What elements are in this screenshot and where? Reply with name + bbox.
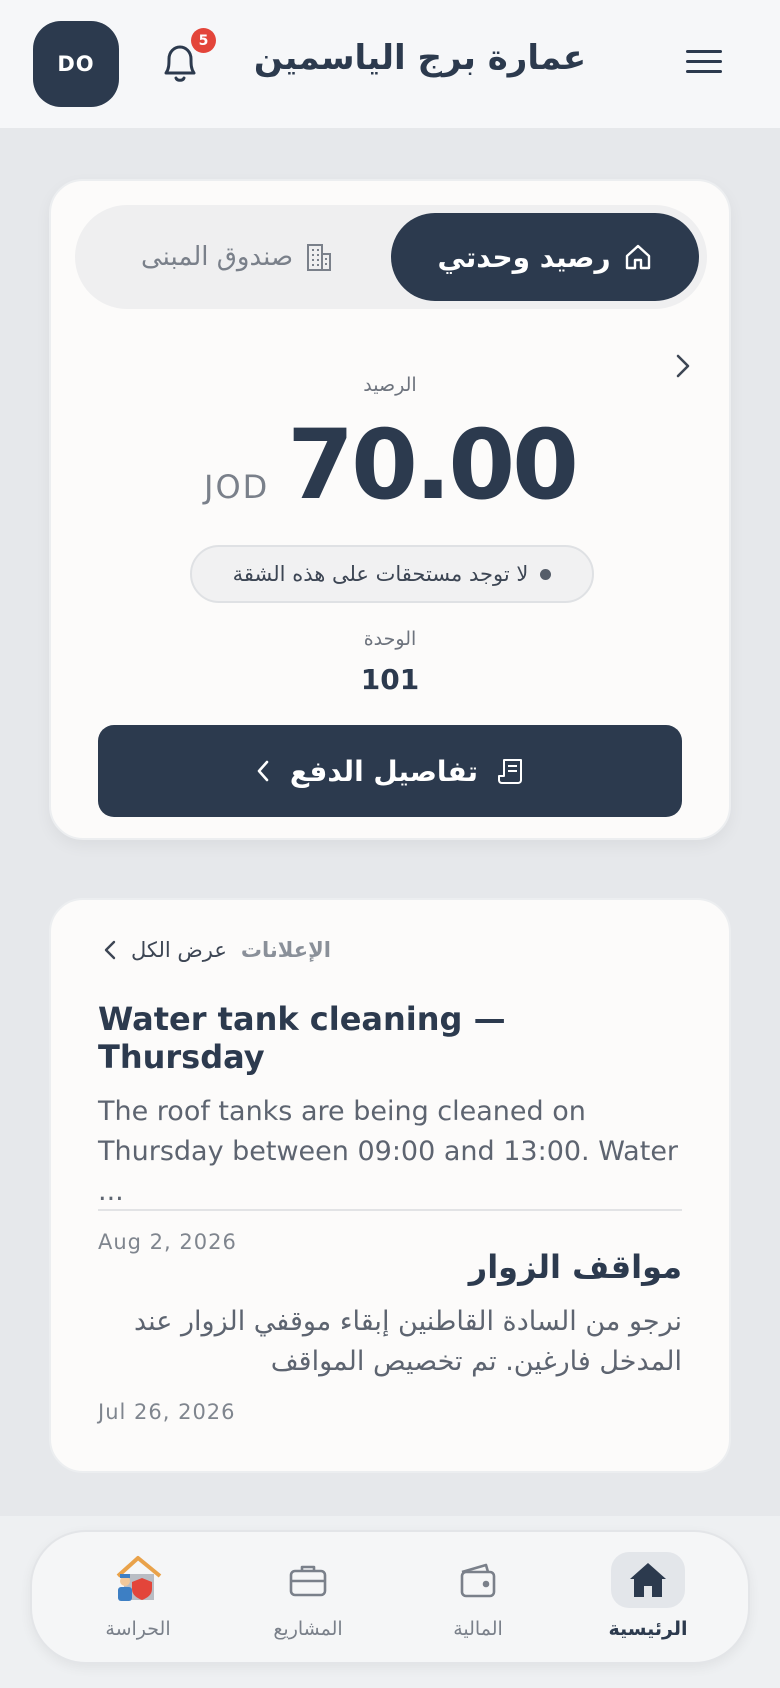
nav-item-guard[interactable]: الحراسة xyxy=(63,1552,213,1652)
currency-label: JOD xyxy=(204,468,270,506)
announcement-title: Water tank cleaning — Thursday xyxy=(98,1000,506,1076)
divider xyxy=(98,1209,682,1211)
nav-label-guard: الحراسة xyxy=(105,1618,171,1640)
tab-building-fund[interactable]: صندوق المبنى xyxy=(83,213,391,301)
bottom-nav: الرئيسية المالية المشاريع الحراسة xyxy=(30,1530,750,1664)
announcements-title: الإعلانات xyxy=(240,938,331,962)
tab-my-unit-balance-label: رصيد وحدتي xyxy=(437,240,611,274)
guard-house-icon xyxy=(116,1556,162,1601)
chevron-left-icon xyxy=(257,760,269,782)
announcements-card: عرض الكل الإعلانات Water tank cleaning —… xyxy=(49,898,731,1473)
payment-details-label: تفاصيل الدفع xyxy=(289,754,479,788)
unit-value: 101 xyxy=(360,663,420,696)
balance-card: رصيد وحدتي صندوق المبنى الرصيد JOD 70.00… xyxy=(49,179,731,840)
bottom-nav-area: الرئيسية المالية المشاريع الحراسة xyxy=(0,1516,780,1688)
nav-label-projects: المشاريع xyxy=(273,1618,343,1640)
status-dot-icon xyxy=(540,568,552,580)
briefcase-icon xyxy=(289,1565,327,1597)
menu-icon[interactable] xyxy=(686,50,722,76)
nav-label-finance: المالية xyxy=(453,1618,503,1640)
avatar[interactable]: DO xyxy=(33,21,119,107)
receipt-icon xyxy=(498,759,523,784)
view-all-link[interactable]: عرض الكل xyxy=(131,938,227,962)
payment-details-button[interactable]: تفاصيل الدفع xyxy=(98,725,682,817)
tab-building-fund-label: صندوق المبنى xyxy=(140,242,294,272)
announcement-title: مواقف الزوار xyxy=(468,1248,682,1286)
unit-label: الوحدة xyxy=(363,628,417,650)
status-text: لا توجد مستحقات على هذه الشقة xyxy=(232,562,529,586)
home-icon xyxy=(630,1563,666,1597)
status-badge: لا توجد مستحقات على هذه الشقة xyxy=(190,545,594,603)
nav-item-finance[interactable]: المالية xyxy=(403,1552,553,1652)
announcement-body: نرجو من السادة القاطنين إبقاء موقفي الزو… xyxy=(133,1306,682,1377)
top-bar: DO 5 عمارة برج الياسمين xyxy=(0,0,780,128)
notification-badge: 5 xyxy=(191,28,216,53)
announcement-item[interactable]: مواقف الزوار نرجو من السادة القاطنين إبق… xyxy=(98,1248,682,1424)
balance-amount: 70.00 xyxy=(287,409,579,521)
nav-item-projects[interactable]: المشاريع xyxy=(233,1552,383,1652)
balance-amount-row: JOD 70.00 xyxy=(51,409,729,521)
announcement-body: The roof tanks are being cleaned on Thur… xyxy=(98,1096,679,1207)
announcement-item[interactable]: Water tank cleaning — Thursday The roof … xyxy=(98,1000,682,1254)
chevron-left-icon[interactable] xyxy=(103,939,117,961)
building-icon xyxy=(307,244,332,271)
nav-label-home: الرئيسية xyxy=(608,1618,688,1640)
page-title: عمارة برج الياسمين xyxy=(253,38,587,78)
balance-label: الرصيد xyxy=(363,374,417,396)
wallet-icon xyxy=(460,1563,496,1598)
balance-segmented-control: رصيد وحدتي صندوق المبنى xyxy=(75,205,707,309)
nav-item-home[interactable]: الرئيسية xyxy=(573,1552,723,1652)
announcements-header: عرض الكل الإعلانات xyxy=(103,938,331,962)
tab-my-unit-balance[interactable]: رصيد وحدتي xyxy=(391,213,699,301)
home-outline-icon xyxy=(625,244,650,270)
announcement-date: Jul 26, 2026 xyxy=(98,1400,236,1424)
